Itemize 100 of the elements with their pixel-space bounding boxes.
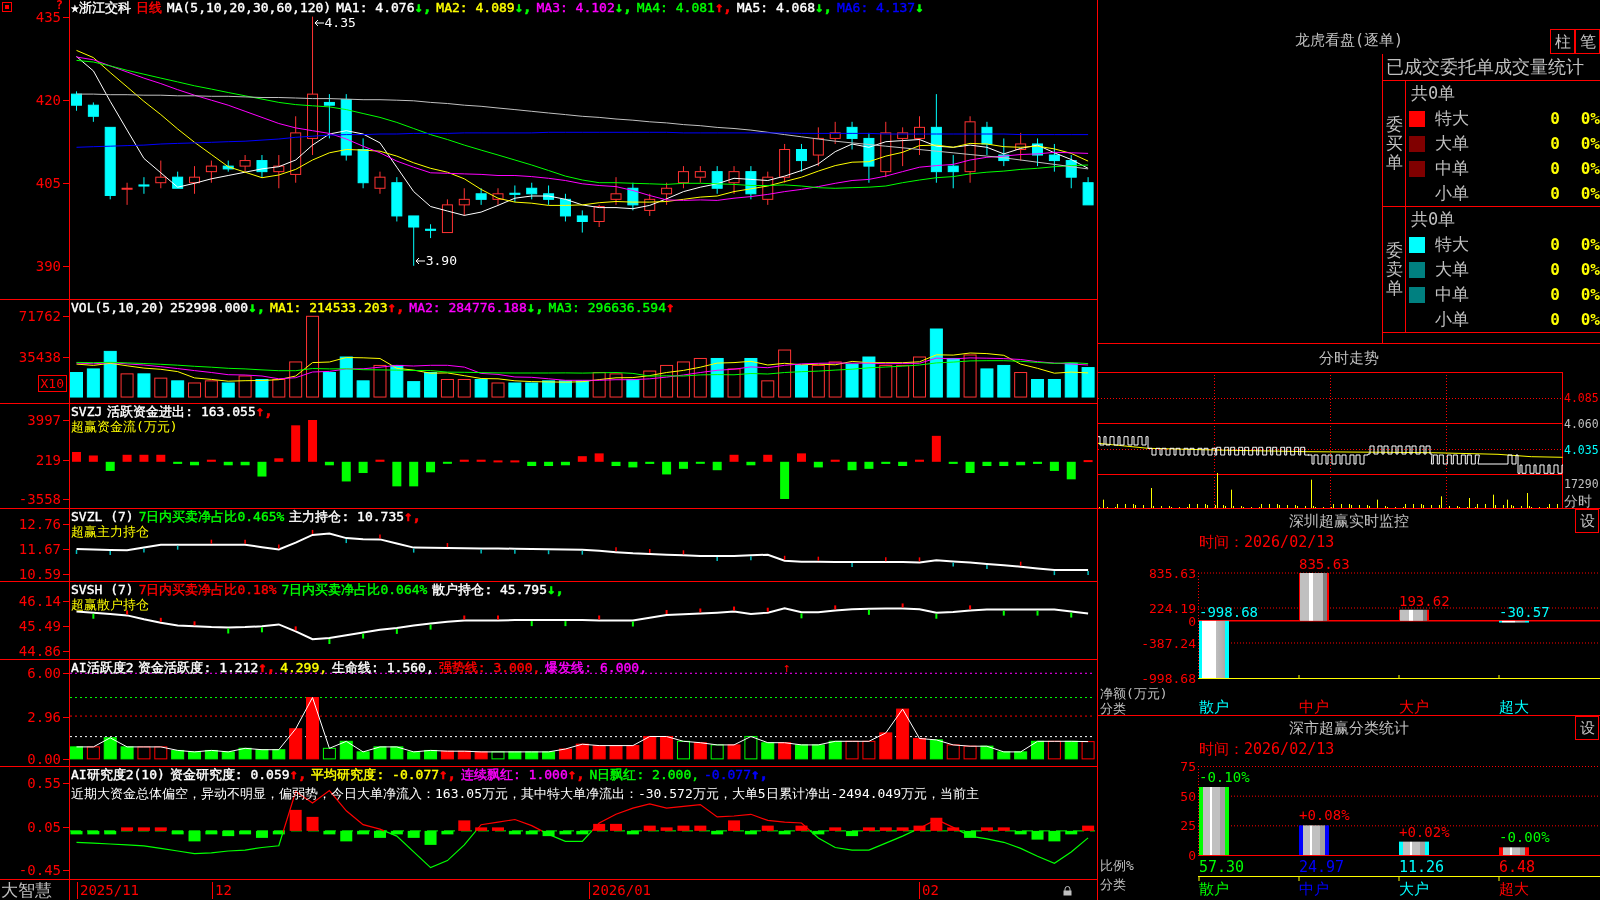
bar	[308, 420, 318, 462]
axis-label: ?	[55, 0, 63, 10]
bar	[695, 461, 705, 464]
bar	[626, 379, 640, 398]
trend-arrow: ↓,	[815, 0, 832, 15]
bar	[289, 809, 302, 831]
axis-label: 17290	[1564, 477, 1599, 491]
change-label: +0.08%	[1299, 808, 1350, 824]
candlestick	[475, 187, 487, 206]
order-count: 0	[1549, 109, 1560, 128]
axis-label: -0.45	[18, 863, 61, 878]
date-label: 2026/01	[589, 882, 651, 899]
axis-label: 0	[1188, 848, 1196, 863]
legend-text: MA6: 4.137	[836, 0, 916, 15]
bar	[221, 382, 235, 398]
bar	[946, 357, 960, 398]
bar	[340, 830, 353, 842]
settings-button[interactable]: 设	[1575, 716, 1599, 740]
bar	[122, 454, 132, 462]
legend-text: 4.299,	[280, 660, 328, 675]
trend-tick-mark	[750, 555, 752, 562]
settings-button[interactable]: 设	[1575, 509, 1599, 533]
panel-title: 深圳超赢实时监控	[1289, 511, 1409, 531]
order-count: 0	[1549, 235, 1560, 254]
trend-arrow: ↑,	[404, 509, 421, 524]
bar	[645, 461, 655, 464]
trend-tick-mark	[530, 620, 533, 628]
lock-icon[interactable]	[1063, 886, 1072, 896]
bar	[156, 454, 166, 462]
trend-tick-mark	[615, 546, 617, 552]
bar	[1081, 741, 1095, 760]
legend-text: 活跃资金进出: 163.055	[107, 404, 256, 419]
axis-label: 6.00	[27, 666, 61, 681]
axis-label: 224.19	[1149, 601, 1196, 616]
legend-text: 爆发线: 6.000,	[545, 660, 647, 675]
view-button[interactable]: 柱	[1550, 29, 1575, 54]
trend-tick-mark	[1070, 611, 1073, 619]
bar	[881, 461, 891, 464]
bar	[896, 708, 910, 760]
order-count: 0	[1549, 159, 1560, 178]
value-label: 6.48	[1499, 860, 1536, 875]
axis-label: 35438	[18, 350, 61, 365]
bar	[1064, 362, 1078, 398]
candlestick	[728, 165, 740, 195]
trend-tick-mark	[379, 533, 381, 540]
bar	[322, 372, 336, 398]
bar	[980, 827, 993, 831]
trend-tick-mark	[665, 609, 668, 616]
bar	[390, 746, 404, 760]
bar	[238, 375, 252, 398]
bar	[847, 461, 857, 471]
bar	[712, 461, 722, 471]
section-label: 委卖单	[1385, 241, 1403, 298]
legend-text: MA1: 4.076	[336, 0, 415, 15]
legend-text: ★浙江交科	[71, 0, 131, 15]
bar	[255, 830, 268, 838]
bar	[662, 461, 672, 475]
axis-label: 0.05	[27, 819, 61, 834]
trend-tick-mark	[733, 605, 736, 612]
bar	[272, 749, 286, 760]
legend-text: AI研究度2(10)	[71, 767, 165, 782]
bar	[710, 744, 724, 760]
category-label: 散户	[1199, 700, 1229, 715]
trend-tick-mark	[362, 632, 365, 640]
category-label: 中户	[1299, 882, 1329, 897]
legend-text: 散户持仓: 45.795	[432, 582, 547, 597]
bar	[373, 830, 386, 838]
legend-text: 主力持仓: 10.735	[289, 509, 405, 524]
trend-arrow: ↑,	[567, 767, 585, 782]
bar	[289, 728, 303, 760]
bar	[171, 749, 185, 760]
bar	[980, 745, 994, 760]
bar	[997, 827, 1010, 831]
axis-label: 50	[1180, 788, 1196, 804]
order-count: 0	[1549, 184, 1560, 203]
trend-arrow: ↑,	[258, 660, 276, 675]
bar	[508, 382, 522, 398]
trend-tick-mark	[480, 548, 482, 555]
trend-tick-mark	[412, 547, 415, 554]
view-button[interactable]: 笔	[1575, 29, 1600, 54]
bar	[898, 461, 908, 467]
axis-label: 12.76	[18, 517, 61, 532]
bar	[946, 744, 960, 760]
axis-label: 420	[35, 92, 61, 107]
trend-tick-mark	[126, 609, 129, 616]
bar	[829, 827, 842, 831]
bar	[965, 461, 975, 474]
bar	[594, 453, 604, 462]
bar	[358, 461, 368, 474]
legend-text: MA5: 4.068	[736, 0, 816, 15]
bar	[728, 820, 741, 831]
bar	[459, 459, 469, 462]
order-percent: 0%	[1579, 310, 1600, 329]
square-icon[interactable]	[2, 2, 12, 12]
value-label: -30.57	[1499, 604, 1550, 620]
category-label: 超大	[1499, 882, 1529, 897]
bar	[744, 735, 758, 760]
bar	[982, 461, 992, 467]
trend-tick-mark	[1087, 570, 1089, 576]
bar	[643, 370, 657, 398]
